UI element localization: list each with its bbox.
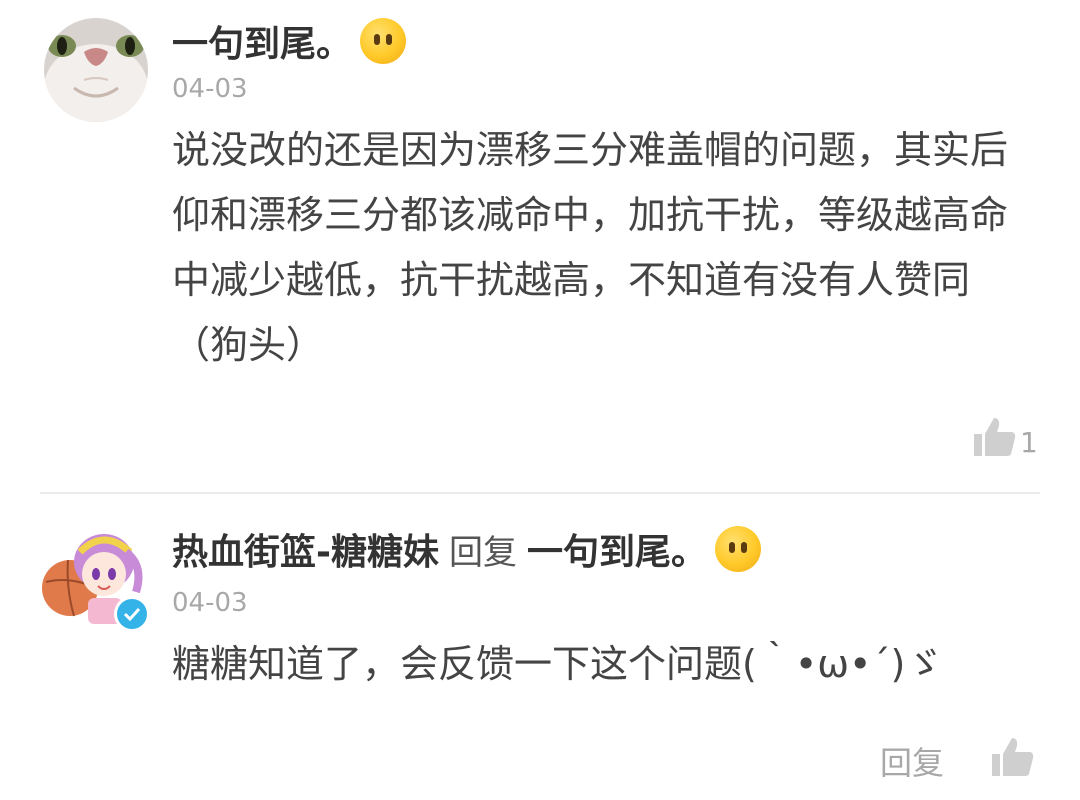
comment-date: 04-03 <box>172 74 248 104</box>
neutral-face-emoji-icon <box>714 526 761 572</box>
like-button[interactable]: 1 <box>972 416 1038 458</box>
username[interactable]: 一句到尾。 <box>172 15 352 67</box>
user-avatar[interactable] <box>44 18 148 122</box>
thumbs-up-icon <box>974 418 1016 456</box>
like-button[interactable] <box>990 736 1034 778</box>
name-row: 热血街篮-糖糖妹 回复 一句到尾。 <box>172 524 761 574</box>
comment-item: 一句到尾。 04-03 说没改的还是因为漂移三分难盖帽的问题，其实后仰和漂移三分… <box>0 0 1080 492</box>
thumbs-up-icon <box>992 738 1034 776</box>
like-count: 1 <box>1020 426 1038 459</box>
comment-text: 糖糖知道了，会反馈一下这个问题(｀•ω•´)ゞ <box>172 642 944 686</box>
cat-face-avatar-icon <box>44 18 148 122</box>
reply-to-username[interactable]: 一句到尾。 <box>527 523 707 575</box>
comment-item: 热血街篮-糖糖妹 回复 一句到尾。 04-03 糖糖知道了，会反馈一下这个问题(… <box>0 494 1080 800</box>
username[interactable]: 热血街篮-糖糖妹 <box>172 523 439 575</box>
neutral-face-emoji-icon <box>360 18 407 64</box>
comment-date: 04-03 <box>172 588 248 618</box>
user-avatar[interactable] <box>40 522 150 632</box>
verified-badge-icon <box>114 596 150 632</box>
reply-button[interactable]: 回复 <box>880 738 944 784</box>
name-row: 一句到尾。 <box>172 15 407 67</box>
comment-text: 说没改的还是因为漂移三分难盖帽的问题，其实后仰和漂移三分都该减命中，加抗干扰，等… <box>172 128 1009 367</box>
reply-label: 回复 <box>448 532 517 573</box>
